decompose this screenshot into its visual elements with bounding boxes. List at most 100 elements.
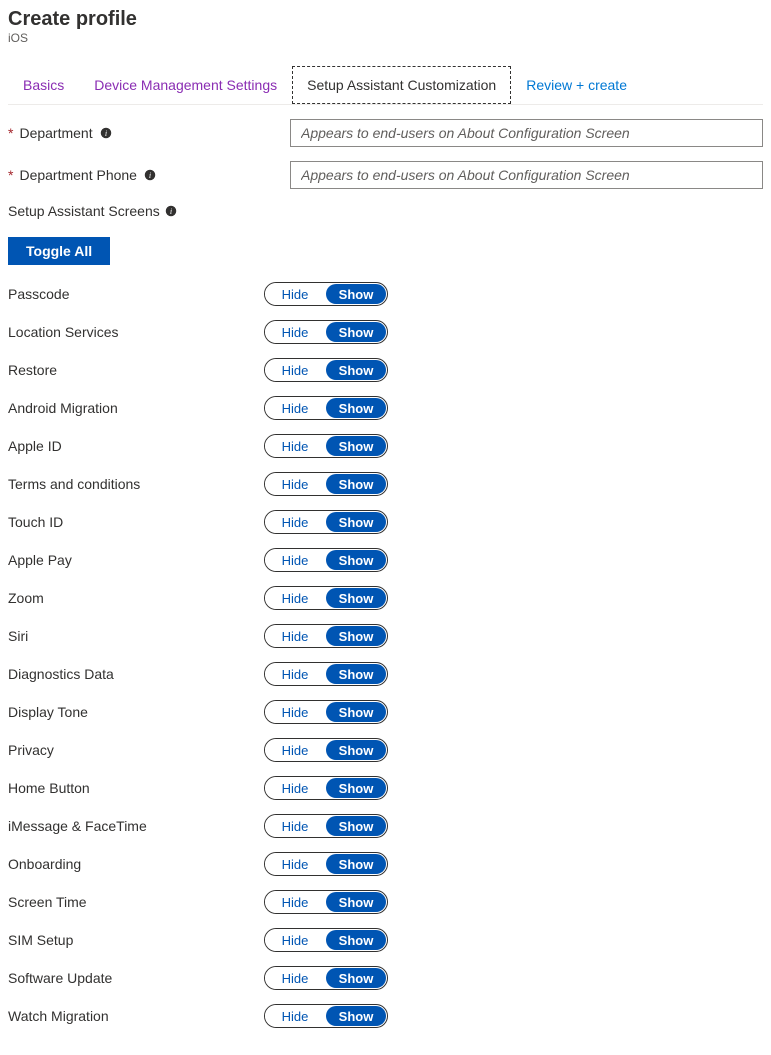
- toggle-hide-option[interactable]: Hide: [265, 549, 325, 571]
- toggle-hide-option[interactable]: Hide: [265, 815, 325, 837]
- toggle-hide-option[interactable]: Hide: [265, 777, 325, 799]
- toggle-show-option[interactable]: Show: [326, 778, 386, 798]
- toggle-show-option[interactable]: Show: [326, 892, 386, 912]
- toggle-show-option[interactable]: Show: [326, 1006, 386, 1026]
- required-asterisk: *: [8, 167, 13, 183]
- tab-setup-assistant-customization[interactable]: Setup Assistant Customization: [292, 66, 511, 104]
- toggle-show-option[interactable]: Show: [326, 588, 386, 608]
- toggle-show-option[interactable]: Show: [326, 816, 386, 836]
- screen-row: Screen TimeHideShow: [8, 883, 763, 921]
- toggle-hide-option[interactable]: Hide: [265, 739, 325, 761]
- screen-label: Privacy: [8, 742, 264, 758]
- hide-show-toggle[interactable]: HideShow: [264, 586, 388, 610]
- screen-label: Location Services: [8, 324, 264, 340]
- hide-show-toggle[interactable]: HideShow: [264, 738, 388, 762]
- screen-row: SiriHideShow: [8, 617, 763, 655]
- screen-row: PasscodeHideShow: [8, 275, 763, 313]
- screen-label: Diagnostics Data: [8, 666, 264, 682]
- hide-show-toggle[interactable]: HideShow: [264, 1004, 388, 1028]
- toggle-show-option[interactable]: Show: [326, 550, 386, 570]
- screen-row: Location ServicesHideShow: [8, 313, 763, 351]
- screen-label: Restore: [8, 362, 264, 378]
- hide-show-toggle[interactable]: HideShow: [264, 890, 388, 914]
- screens-list: PasscodeHideShowLocation ServicesHideSho…: [8, 275, 763, 1035]
- tab-review-create[interactable]: Review + create: [511, 66, 642, 104]
- screen-label: Onboarding: [8, 856, 264, 872]
- toggle-show-option[interactable]: Show: [326, 930, 386, 950]
- hide-show-toggle[interactable]: HideShow: [264, 358, 388, 382]
- screen-label: Siri: [8, 628, 264, 644]
- toggle-show-option[interactable]: Show: [326, 740, 386, 760]
- screen-label: Passcode: [8, 286, 264, 302]
- info-icon[interactable]: i: [143, 168, 157, 182]
- tabs-bar: BasicsDevice Management SettingsSetup As…: [8, 63, 763, 105]
- hide-show-toggle[interactable]: HideShow: [264, 320, 388, 344]
- page-subtitle: iOS: [8, 31, 763, 45]
- tab-basics[interactable]: Basics: [8, 66, 79, 104]
- screen-label: Apple ID: [8, 438, 264, 454]
- toggle-show-option[interactable]: Show: [326, 398, 386, 418]
- toggle-hide-option[interactable]: Hide: [265, 359, 325, 381]
- toggle-hide-option[interactable]: Hide: [265, 283, 325, 305]
- screen-label: Zoom: [8, 590, 264, 606]
- hide-show-toggle[interactable]: HideShow: [264, 928, 388, 952]
- screen-row: Touch IDHideShow: [8, 503, 763, 541]
- hide-show-toggle[interactable]: HideShow: [264, 510, 388, 534]
- toggle-show-option[interactable]: Show: [326, 702, 386, 722]
- screen-label: Touch ID: [8, 514, 264, 530]
- info-icon[interactable]: i: [99, 126, 113, 140]
- screen-label: Screen Time: [8, 894, 264, 910]
- toggle-hide-option[interactable]: Hide: [265, 853, 325, 875]
- toggle-hide-option[interactable]: Hide: [265, 473, 325, 495]
- hide-show-toggle[interactable]: HideShow: [264, 662, 388, 686]
- toggle-show-option[interactable]: Show: [326, 284, 386, 304]
- screen-row: Terms and conditionsHideShow: [8, 465, 763, 503]
- hide-show-toggle[interactable]: HideShow: [264, 966, 388, 990]
- toggle-show-option[interactable]: Show: [326, 436, 386, 456]
- department-input[interactable]: [290, 119, 763, 147]
- toggle-show-option[interactable]: Show: [326, 626, 386, 646]
- info-icon[interactable]: i: [164, 204, 178, 218]
- screen-row: RestoreHideShow: [8, 351, 763, 389]
- toggle-hide-option[interactable]: Hide: [265, 321, 325, 343]
- toggle-hide-option[interactable]: Hide: [265, 891, 325, 913]
- screen-label: Apple Pay: [8, 552, 264, 568]
- toggle-hide-option[interactable]: Hide: [265, 663, 325, 685]
- hide-show-toggle[interactable]: HideShow: [264, 814, 388, 838]
- toggle-hide-option[interactable]: Hide: [265, 967, 325, 989]
- toggle-show-option[interactable]: Show: [326, 664, 386, 684]
- screen-row: Diagnostics DataHideShow: [8, 655, 763, 693]
- toggle-show-option[interactable]: Show: [326, 322, 386, 342]
- toggle-hide-option[interactable]: Hide: [265, 397, 325, 419]
- department-label-text: Department: [19, 125, 92, 141]
- toggle-hide-option[interactable]: Hide: [265, 435, 325, 457]
- tab-device-management-settings[interactable]: Device Management Settings: [79, 66, 292, 104]
- hide-show-toggle[interactable]: HideShow: [264, 776, 388, 800]
- hide-show-toggle[interactable]: HideShow: [264, 434, 388, 458]
- toggle-hide-option[interactable]: Hide: [265, 701, 325, 723]
- toggle-show-option[interactable]: Show: [326, 512, 386, 532]
- screen-label: Display Tone: [8, 704, 264, 720]
- hide-show-toggle[interactable]: HideShow: [264, 624, 388, 648]
- toggle-show-option[interactable]: Show: [326, 854, 386, 874]
- toggle-hide-option[interactable]: Hide: [265, 587, 325, 609]
- screen-row: Apple IDHideShow: [8, 427, 763, 465]
- department-phone-input[interactable]: [290, 161, 763, 189]
- toggle-show-option[interactable]: Show: [326, 474, 386, 494]
- toggle-show-option[interactable]: Show: [326, 968, 386, 988]
- hide-show-toggle[interactable]: HideShow: [264, 472, 388, 496]
- hide-show-toggle[interactable]: HideShow: [264, 548, 388, 572]
- toggle-hide-option[interactable]: Hide: [265, 625, 325, 647]
- screen-label: iMessage & FaceTime: [8, 818, 264, 834]
- hide-show-toggle[interactable]: HideShow: [264, 700, 388, 724]
- setup-assistant-screens-label: Setup Assistant Screens i: [8, 203, 763, 219]
- hide-show-toggle[interactable]: HideShow: [264, 396, 388, 420]
- hide-show-toggle[interactable]: HideShow: [264, 852, 388, 876]
- hide-show-toggle[interactable]: HideShow: [264, 282, 388, 306]
- screen-row: SIM SetupHideShow: [8, 921, 763, 959]
- toggle-show-option[interactable]: Show: [326, 360, 386, 380]
- toggle-all-button[interactable]: Toggle All: [8, 237, 110, 265]
- toggle-hide-option[interactable]: Hide: [265, 511, 325, 533]
- screen-row: iMessage & FaceTimeHideShow: [8, 807, 763, 845]
- toggle-hide-option[interactable]: Hide: [265, 929, 325, 951]
